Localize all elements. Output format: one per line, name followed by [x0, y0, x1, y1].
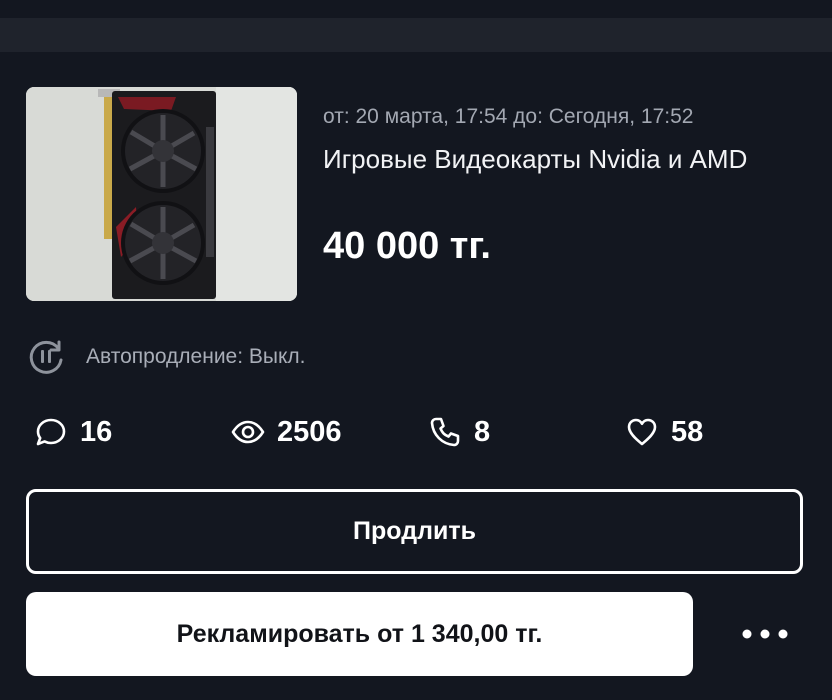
auto-renew-label: Автопродление: Выкл. — [86, 345, 306, 368]
stat-favorites[interactable]: 58 — [625, 412, 703, 452]
listing-title[interactable]: Игровые Видеокарты Nvidia и AMD — [323, 141, 793, 178]
favorites-count: 58 — [671, 415, 704, 448]
chat-bubble-icon — [36, 418, 66, 446]
more-options-button[interactable] — [735, 612, 795, 656]
extend-button[interactable]: Продлить — [26, 489, 803, 574]
views-count: 2506 — [277, 415, 342, 448]
auto-renew-status[interactable]: Автопродление: Выкл. — [28, 338, 306, 376]
listing-thumbnail[interactable] — [26, 87, 297, 301]
listing-date-range: от: 20 марта, 17:54 до: Сегодня, 17:52 — [323, 105, 694, 128]
status-area — [0, 0, 832, 18]
top-bar — [0, 18, 832, 52]
autorenew-paused-icon — [29, 340, 63, 374]
more-dots-icon — [742, 629, 788, 639]
listing-price: 40 000 тг. — [323, 225, 491, 267]
phone-icon — [430, 417, 460, 447]
messages-count: 16 — [80, 415, 113, 448]
stat-views[interactable]: 2506 — [231, 412, 342, 452]
stat-calls[interactable]: 8 — [428, 412, 490, 452]
calls-count: 8 — [474, 415, 491, 448]
promote-button[interactable]: Рекламировать от 1 340,00 тг. — [26, 592, 693, 676]
graphics-card-image — [26, 87, 297, 301]
stat-messages[interactable]: 16 — [34, 412, 112, 452]
eye-icon — [231, 420, 265, 444]
heart-icon — [627, 418, 657, 446]
